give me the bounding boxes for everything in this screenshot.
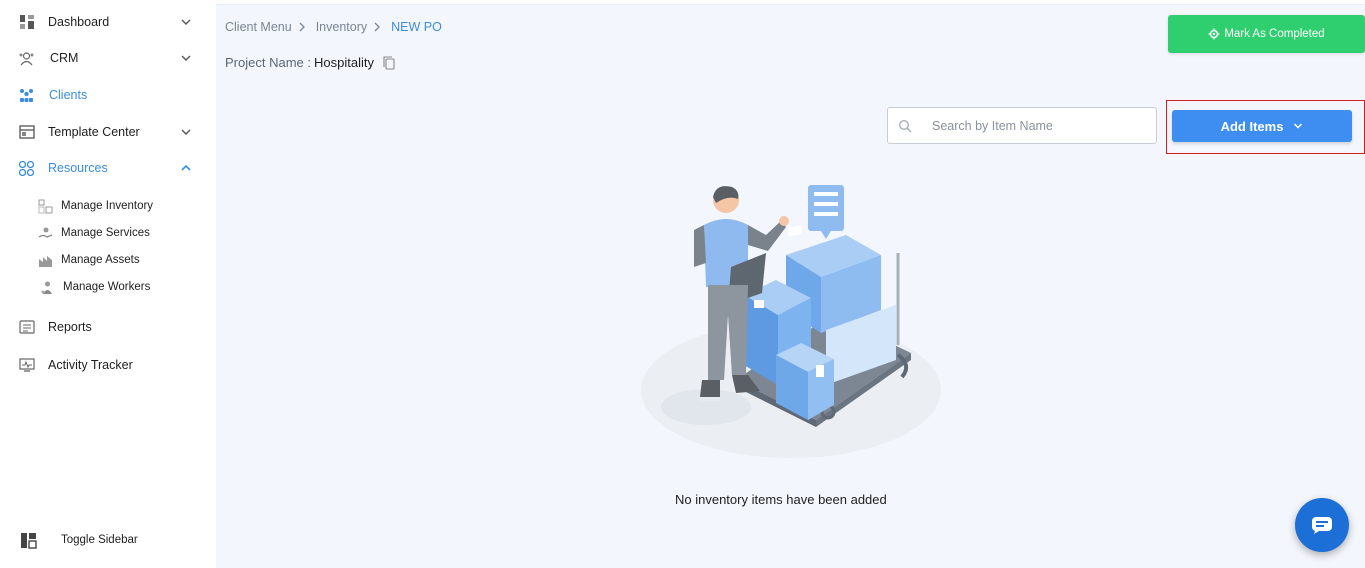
template-icon xyxy=(18,124,35,141)
sidebar-subitem-label: Manage Assets xyxy=(61,254,140,266)
sidebar-subitem-label: Manage Services xyxy=(61,227,150,239)
mark-as-completed-button[interactable]: Mark As Completed xyxy=(1168,15,1365,53)
inventory-icon xyxy=(38,199,53,213)
sidebar-item-resources[interactable]: Resources xyxy=(0,153,216,183)
chevron-down-icon xyxy=(181,55,191,61)
sidebar-item-reports[interactable]: Reports xyxy=(0,312,216,342)
sidebar-subitem-manage-assets[interactable]: Manage Assets xyxy=(0,249,216,271)
sidebar-item-label: Activity Tracker xyxy=(48,358,133,372)
resources-icon xyxy=(18,160,35,177)
project-name-value: Hospitality xyxy=(313,55,374,70)
chat-icon xyxy=(1312,517,1332,534)
main-content: Client Menu Inventory NEW PO Project Nam… xyxy=(216,4,1365,568)
breadcrumb-client-menu[interactable]: Client Menu xyxy=(225,20,292,34)
project-name-label: Project Name : xyxy=(225,55,311,70)
empty-inventory-illustration xyxy=(641,185,941,458)
chevron-down-icon xyxy=(181,129,191,135)
search-input[interactable] xyxy=(932,116,1142,136)
chevron-right-icon xyxy=(299,22,305,32)
sidebar-subitem-label: Manage Inventory xyxy=(61,200,154,212)
sidebar-item-template-center[interactable]: Template Center xyxy=(0,117,216,147)
add-items-label: Add Items xyxy=(1220,118,1284,134)
crm-icon xyxy=(18,50,35,67)
breadcrumb: Client Menu Inventory NEW PO xyxy=(225,20,442,34)
copy-icon[interactable] xyxy=(383,55,395,70)
services-icon xyxy=(38,227,53,238)
sidebar: Dashboard CRM Clients Template Center Re… xyxy=(0,0,216,568)
breadcrumb-inventory[interactable]: Inventory xyxy=(316,20,367,34)
gear-icon xyxy=(1208,28,1220,40)
sidebar-item-label: Dashboard xyxy=(48,15,110,29)
sidebar-item-label: Template Center xyxy=(48,125,140,139)
project-name: Project Name : Hospitality xyxy=(225,55,395,70)
search-box xyxy=(887,107,1157,144)
toggle-sidebar-icon xyxy=(20,532,37,549)
add-items-button[interactable]: Add Items xyxy=(1172,110,1352,142)
chat-button[interactable] xyxy=(1295,498,1349,552)
sidebar-item-crm[interactable]: CRM xyxy=(0,43,216,73)
sidebar-subitem-manage-inventory[interactable]: Manage Inventory xyxy=(0,195,216,217)
chevron-down-icon xyxy=(1294,123,1303,129)
sidebar-subitem-manage-workers[interactable]: Manage Workers xyxy=(0,276,216,298)
sidebar-item-label: Reports xyxy=(48,320,92,334)
toggle-sidebar-button[interactable]: Toggle Sidebar xyxy=(0,525,216,555)
chevron-down-icon xyxy=(181,19,191,25)
sidebar-item-label: Resources xyxy=(48,161,108,175)
clients-icon xyxy=(18,87,35,104)
workers-icon xyxy=(41,281,52,294)
toggle-sidebar-label: Toggle Sidebar xyxy=(61,534,138,546)
chevron-up-icon xyxy=(181,164,191,171)
empty-state-message: No inventory items have been added xyxy=(675,492,887,507)
sidebar-item-dashboard[interactable]: Dashboard xyxy=(0,7,216,37)
sidebar-item-label: CRM xyxy=(50,51,79,65)
sidebar-subitem-label: Manage Workers xyxy=(63,281,151,293)
sidebar-item-activity-tracker[interactable]: Activity Tracker xyxy=(0,350,216,380)
sidebar-item-clients[interactable]: Clients xyxy=(0,80,216,110)
sidebar-item-label: Clients xyxy=(49,88,88,102)
mark-as-completed-label: Mark As Completed xyxy=(1224,28,1325,40)
dashboard-icon xyxy=(18,14,35,31)
assets-icon xyxy=(39,255,52,267)
reports-icon xyxy=(18,319,35,336)
activity-icon xyxy=(18,357,35,374)
sidebar-subitem-manage-services[interactable]: Manage Services xyxy=(0,222,216,244)
search-icon xyxy=(898,119,912,133)
breadcrumb-current: NEW PO xyxy=(391,20,442,34)
chevron-right-icon xyxy=(374,22,381,32)
